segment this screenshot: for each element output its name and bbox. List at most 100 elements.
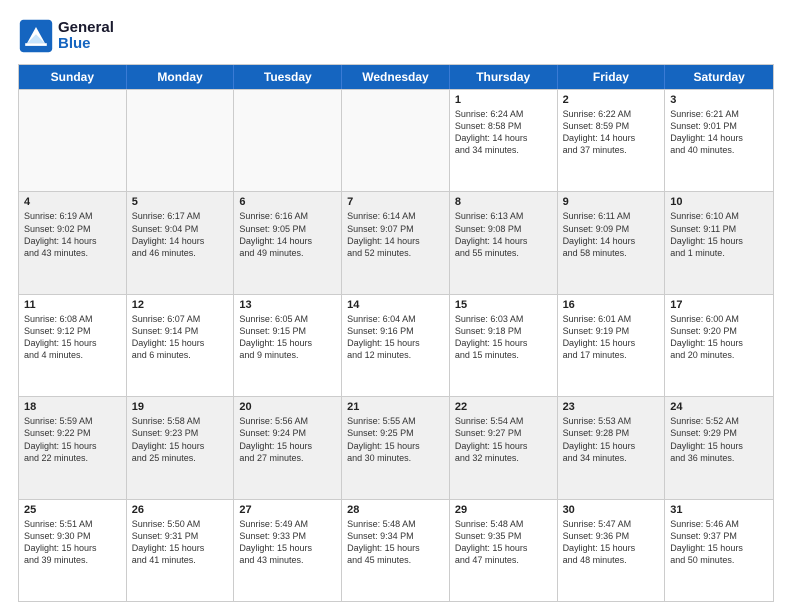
cell-info: Sunrise: 6:05 AM Sunset: 9:15 PM Dayligh… (239, 313, 336, 362)
day-cell-14: 14 Sunrise: 6:04 AM Sunset: 9:16 PM Dayli… (342, 295, 450, 396)
cell-info: Sunrise: 5:49 AM Sunset: 9:33 PM Dayligh… (239, 518, 336, 567)
cell-info: Sunrise: 5:48 AM Sunset: 9:34 PM Dayligh… (347, 518, 444, 567)
week-row-4: 18 Sunrise: 5:59 AM Sunset: 9:22 PM Dayli… (19, 396, 773, 498)
day-cell-31: 31 Sunrise: 5:46 AM Sunset: 9:37 PM Dayli… (665, 500, 773, 601)
week-row-1: 1Sunrise: 6:24 AM Sunset: 8:58 PM Daylig… (19, 89, 773, 191)
cell-info: Sunrise: 6:08 AM Sunset: 9:12 PM Dayligh… (24, 313, 121, 362)
day-number: 30 (563, 504, 660, 516)
day-cell-20: 20 Sunrise: 5:56 AM Sunset: 9:24 PM Dayli… (234, 397, 342, 498)
day-number: 28 (347, 504, 444, 516)
day-cell-8: 8Sunrise: 6:13 AM Sunset: 9:08 PM Daylig… (450, 192, 558, 293)
cell-info: Sunrise: 5:59 AM Sunset: 9:22 PM Dayligh… (24, 415, 121, 464)
day-number: 14 (347, 299, 444, 311)
day-cell-21: 21 Sunrise: 5:55 AM Sunset: 9:25 PM Dayli… (342, 397, 450, 498)
cell-info: Sunrise: 5:55 AM Sunset: 9:25 PM Dayligh… (347, 415, 444, 464)
cell-info: Sunrise: 5:56 AM Sunset: 9:24 PM Dayligh… (239, 415, 336, 464)
day-number: 12 (132, 299, 229, 311)
cell-info: Sunrise: 6:19 AM Sunset: 9:02 PM Dayligh… (24, 210, 121, 259)
week-row-3: 11 Sunrise: 6:08 AM Sunset: 9:12 PM Dayli… (19, 294, 773, 396)
day-cell-5: 5 Sunrise: 6:17 AM Sunset: 9:04 PM Daylig… (127, 192, 235, 293)
logo-icon (18, 18, 54, 54)
calendar-body: 1Sunrise: 6:24 AM Sunset: 8:58 PM Daylig… (19, 89, 773, 601)
cell-info: Sunrise: 6:14 AM Sunset: 9:07 PM Dayligh… (347, 210, 444, 259)
cell-info: Sunrise: 5:46 AM Sunset: 9:37 PM Dayligh… (670, 518, 768, 567)
empty-cell (19, 90, 127, 191)
cell-info: Sunrise: 6:21 AM Sunset: 9:01 PM Dayligh… (670, 108, 768, 157)
cell-info: Sunrise: 6:04 AM Sunset: 9:16 PM Dayligh… (347, 313, 444, 362)
day-cell-19: 19 Sunrise: 5:58 AM Sunset: 9:23 PM Dayli… (127, 397, 235, 498)
cell-info: Sunrise: 5:58 AM Sunset: 9:23 PM Dayligh… (132, 415, 229, 464)
logo-text: General Blue (58, 20, 114, 53)
header-day-wednesday: Wednesday (342, 65, 450, 89)
cell-info: Sunrise: 6:00 AM Sunset: 9:20 PM Dayligh… (670, 313, 768, 362)
header-day-sunday: Sunday (19, 65, 127, 89)
day-cell-2: 2 Sunrise: 6:22 AM Sunset: 8:59 PM Daylig… (558, 90, 666, 191)
day-number: 20 (239, 401, 336, 413)
cell-info: Sunrise: 5:47 AM Sunset: 9:36 PM Dayligh… (563, 518, 660, 567)
day-number: 21 (347, 401, 444, 413)
day-number: 24 (670, 401, 768, 413)
day-number: 15 (455, 299, 552, 311)
day-cell-4: 4 Sunrise: 6:19 AM Sunset: 9:02 PM Daylig… (19, 192, 127, 293)
empty-cell (234, 90, 342, 191)
day-number: 9 (563, 196, 660, 208)
cell-info: Sunrise: 5:53 AM Sunset: 9:28 PM Dayligh… (563, 415, 660, 464)
cell-info: Sunrise: 5:54 AM Sunset: 9:27 PM Dayligh… (455, 415, 552, 464)
cell-info: Sunrise: 5:51 AM Sunset: 9:30 PM Dayligh… (24, 518, 121, 567)
day-number: 17 (670, 299, 768, 311)
day-number: 31 (670, 504, 768, 516)
day-number: 13 (239, 299, 336, 311)
day-number: 11 (24, 299, 121, 311)
day-cell-18: 18 Sunrise: 5:59 AM Sunset: 9:22 PM Dayli… (19, 397, 127, 498)
cell-info: Sunrise: 6:07 AM Sunset: 9:14 PM Dayligh… (132, 313, 229, 362)
header-day-thursday: Thursday (450, 65, 558, 89)
header: General Blue (18, 18, 774, 54)
day-cell-27: 27 Sunrise: 5:49 AM Sunset: 9:33 PM Dayli… (234, 500, 342, 601)
empty-cell (342, 90, 450, 191)
day-cell-30: 30 Sunrise: 5:47 AM Sunset: 9:36 PM Dayli… (558, 500, 666, 601)
day-number: 5 (132, 196, 229, 208)
day-cell-6: 6 Sunrise: 6:16 AM Sunset: 9:05 PM Daylig… (234, 192, 342, 293)
day-cell-10: 10Sunrise: 6:10 AM Sunset: 9:11 PM Dayli… (665, 192, 773, 293)
week-row-5: 25 Sunrise: 5:51 AM Sunset: 9:30 PM Dayli… (19, 499, 773, 601)
cell-info: Sunrise: 5:52 AM Sunset: 9:29 PM Dayligh… (670, 415, 768, 464)
day-cell-7: 7 Sunrise: 6:14 AM Sunset: 9:07 PM Daylig… (342, 192, 450, 293)
page: General Blue SundayMondayTuesdayWednesda… (0, 0, 792, 612)
day-cell-12: 12 Sunrise: 6:07 AM Sunset: 9:14 PM Dayli… (127, 295, 235, 396)
day-number: 18 (24, 401, 121, 413)
header-day-friday: Friday (558, 65, 666, 89)
header-day-monday: Monday (127, 65, 235, 89)
day-cell-13: 13 Sunrise: 6:05 AM Sunset: 9:15 PM Dayli… (234, 295, 342, 396)
cell-info: Sunrise: 6:17 AM Sunset: 9:04 PM Dayligh… (132, 210, 229, 259)
day-number: 2 (563, 94, 660, 106)
day-number: 23 (563, 401, 660, 413)
day-number: 16 (563, 299, 660, 311)
day-number: 7 (347, 196, 444, 208)
cell-info: Sunrise: 6:10 AM Sunset: 9:11 PM Dayligh… (670, 210, 768, 259)
cell-info: Sunrise: 6:22 AM Sunset: 8:59 PM Dayligh… (563, 108, 660, 157)
cell-info: Sunrise: 6:01 AM Sunset: 9:19 PM Dayligh… (563, 313, 660, 362)
day-cell-1: 1Sunrise: 6:24 AM Sunset: 8:58 PM Daylig… (450, 90, 558, 191)
cell-info: Sunrise: 6:03 AM Sunset: 9:18 PM Dayligh… (455, 313, 552, 362)
day-number: 27 (239, 504, 336, 516)
day-cell-29: 29Sunrise: 5:48 AM Sunset: 9:35 PM Dayli… (450, 500, 558, 601)
day-number: 26 (132, 504, 229, 516)
day-number: 22 (455, 401, 552, 413)
calendar: SundayMondayTuesdayWednesdayThursdayFrid… (18, 64, 774, 602)
day-number: 25 (24, 504, 121, 516)
day-number: 6 (239, 196, 336, 208)
day-cell-28: 28 Sunrise: 5:48 AM Sunset: 9:34 PM Dayli… (342, 500, 450, 601)
header-day-saturday: Saturday (665, 65, 773, 89)
cell-info: Sunrise: 5:50 AM Sunset: 9:31 PM Dayligh… (132, 518, 229, 567)
day-cell-23: 23 Sunrise: 5:53 AM Sunset: 9:28 PM Dayli… (558, 397, 666, 498)
day-number: 3 (670, 94, 768, 106)
day-cell-9: 9Sunrise: 6:11 AM Sunset: 9:09 PM Daylig… (558, 192, 666, 293)
logo: General Blue (18, 18, 114, 54)
day-cell-22: 22 Sunrise: 5:54 AM Sunset: 9:27 PM Dayli… (450, 397, 558, 498)
calendar-header: SundayMondayTuesdayWednesdayThursdayFrid… (19, 65, 773, 89)
day-number: 4 (24, 196, 121, 208)
day-cell-11: 11 Sunrise: 6:08 AM Sunset: 9:12 PM Dayli… (19, 295, 127, 396)
cell-info: Sunrise: 6:16 AM Sunset: 9:05 PM Dayligh… (239, 210, 336, 259)
day-number: 29 (455, 504, 552, 516)
day-number: 19 (132, 401, 229, 413)
